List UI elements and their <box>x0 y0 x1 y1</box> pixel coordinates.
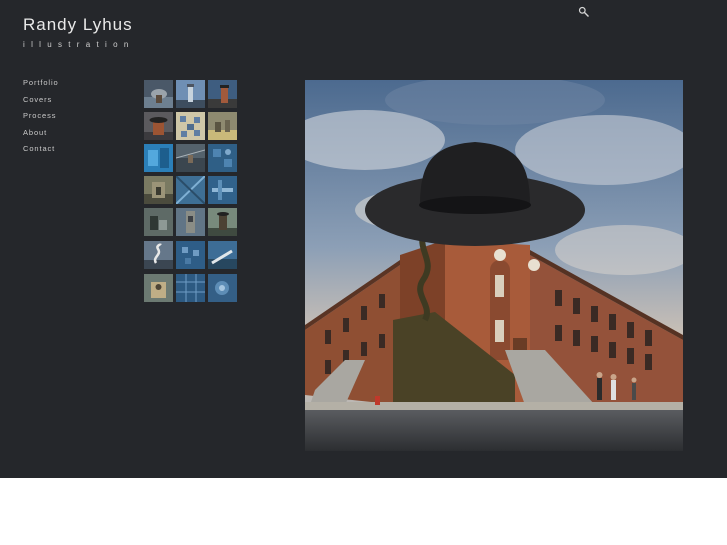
thumbnail[interactable] <box>208 241 237 269</box>
thumbnail[interactable] <box>144 176 173 204</box>
main-nav: Portfolio Covers Process About Contact <box>23 78 59 161</box>
thumbnail[interactable] <box>208 208 237 236</box>
thumbnail[interactable] <box>144 208 173 236</box>
nav-item-covers[interactable]: Covers <box>23 95 59 112</box>
thumbnail[interactable] <box>208 144 237 172</box>
site-title[interactable]: Randy Lyhus <box>23 15 133 35</box>
thumbnail[interactable] <box>176 241 205 269</box>
featured-illustration[interactable] <box>305 80 683 451</box>
site-subtitle: illustration <box>23 40 135 49</box>
thumbnail[interactable] <box>176 208 205 236</box>
site-background: Randy Lyhus illustration Portfolio Cover… <box>0 0 727 478</box>
thumbnail[interactable] <box>176 274 205 302</box>
nav-item-portfolio[interactable]: Portfolio <box>23 78 59 95</box>
thumbnail[interactable] <box>144 241 173 269</box>
nav-item-process[interactable]: Process <box>23 111 59 128</box>
thumbnail[interactable] <box>208 274 237 302</box>
thumbnail[interactable] <box>176 112 205 140</box>
thumbnail[interactable] <box>144 274 173 302</box>
thumbnail[interactable] <box>176 176 205 204</box>
thumbnail[interactable] <box>208 80 237 108</box>
search-icon[interactable] <box>578 6 590 18</box>
thumbnail[interactable] <box>208 112 237 140</box>
nav-item-about[interactable]: About <box>23 128 59 145</box>
thumbnail[interactable] <box>144 112 173 140</box>
thumbnail[interactable] <box>176 80 205 108</box>
thumbnail[interactable] <box>144 144 173 172</box>
thumbnail[interactable] <box>176 144 205 172</box>
thumbnail[interactable] <box>144 80 173 108</box>
thumbnail[interactable] <box>208 176 237 204</box>
nav-item-contact[interactable]: Contact <box>23 144 59 161</box>
